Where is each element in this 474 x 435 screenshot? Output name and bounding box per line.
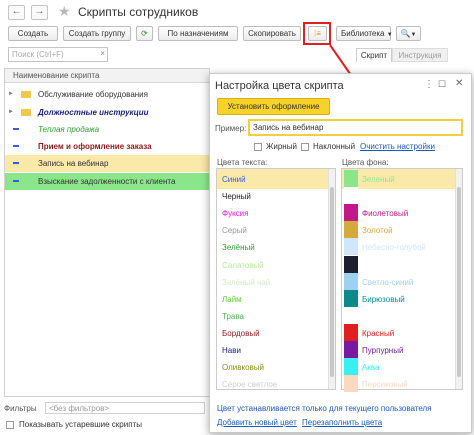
add-color-link[interactable]: Добавить новый цвет — [217, 418, 297, 427]
bg-color-item[interactable]: Зеленый — [362, 170, 395, 189]
show-old-label: Показывать устаревшие скрипты — [19, 420, 142, 429]
bg-color-swatch — [344, 323, 358, 341]
bg-color-swatch — [344, 221, 358, 239]
text-colors-scrollbar[interactable] — [328, 169, 335, 389]
close-icon[interactable]: ✕ — [455, 78, 463, 89]
bg-colors-scrollbar[interactable] — [455, 169, 462, 389]
bg-colors-label: Цвета фона: — [342, 158, 389, 167]
filters-label: Фильтры — [4, 404, 37, 413]
text-color-item[interactable]: Серое светлое — [222, 375, 277, 394]
bg-color-swatch — [344, 238, 358, 256]
bg-color-item[interactable]: Бирюзовый — [362, 290, 405, 309]
italic-label: Наклонный — [313, 142, 356, 151]
bg-color-swatch — [344, 255, 358, 273]
bg-color-item[interactable]: Персиковый — [362, 375, 408, 394]
refill-colors-link[interactable]: Перезаполнить цвета — [302, 418, 382, 427]
bg-color-swatch — [344, 289, 358, 307]
bg-color-swatch — [344, 187, 358, 205]
clear-settings-link[interactable]: Очистить настройки — [360, 142, 435, 151]
bold-checkbox[interactable] — [254, 143, 262, 151]
dialog-title: Настройка цвета скрипта — [215, 80, 344, 92]
text-colors-label: Цвета текста: — [217, 158, 268, 167]
bg-color-swatch — [344, 375, 358, 393]
list-item-selected — [342, 169, 455, 189]
bg-color-swatch — [344, 358, 358, 376]
example-field[interactable]: Запись на вебинар — [248, 119, 463, 136]
bg-color-swatch — [344, 306, 358, 324]
bg-color-swatch — [344, 272, 358, 290]
more-icon[interactable]: ⋮ — [424, 79, 434, 90]
example-label: Пример: — [215, 124, 247, 133]
show-old-checkbox[interactable] — [6, 421, 14, 429]
note-text: Цвет устанавливается только для текущего… — [217, 404, 432, 413]
bg-color-swatch — [344, 170, 358, 187]
italic-checkbox[interactable] — [301, 143, 309, 151]
bold-label: Жирный — [266, 142, 297, 151]
bg-color-swatch — [344, 204, 358, 222]
maximize-icon[interactable]: ☐ — [438, 79, 446, 90]
bg-color-item[interactable]: Небесно-голубой — [362, 238, 426, 257]
filters-field[interactable]: <без фильтров> — [45, 402, 205, 414]
apply-style-button[interactable]: Установить оформление — [217, 98, 330, 115]
bg-color-swatch — [344, 341, 358, 358]
